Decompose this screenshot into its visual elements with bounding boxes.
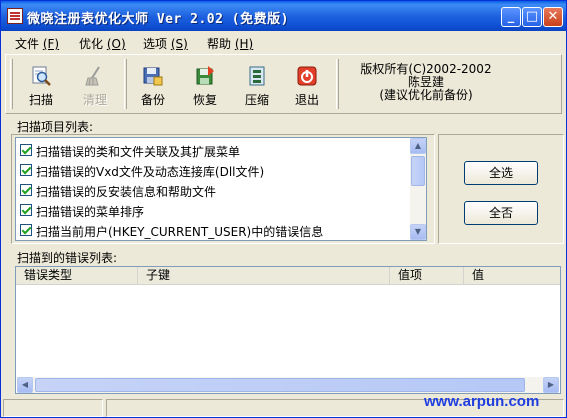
error-table-header: 错误类型 子键 值项 值 (16, 267, 560, 285)
scan-item-checkbox[interactable] (20, 184, 32, 196)
compress-icon (249, 66, 265, 86)
scan-icon (32, 66, 51, 86)
scan-item-checkbox[interactable] (20, 224, 32, 236)
scan-list-scrollbar[interactable]: ▲ ▼ (410, 138, 426, 240)
column-header-error-type[interactable]: 错误类型 (16, 267, 138, 285)
clean-icon (85, 66, 100, 86)
scan-item[interactable]: 扫描错误的Vxd文件及动态连接库(Dll文件) (18, 160, 410, 180)
menu-bar: 文件 (F) 优化 (O) 选项 (S) 帮助 (H) (1, 31, 566, 53)
main-window: 微晓注册表优化大师 Ver 2.02 (免费版) _ □ ✕ 文件 (F) 优化… (0, 0, 567, 418)
column-header-value-name[interactable]: 值项 (390, 267, 464, 285)
scroll-down-icon[interactable]: ▼ (410, 224, 426, 240)
window-title: 微晓注册表优化大师 Ver 2.02 (免费版) (27, 12, 289, 27)
scan-item-label: 扫描当前用户(HKEY_CURRENT_USER)中的错误信息 (36, 225, 324, 239)
scan-button[interactable]: 扫描 (22, 61, 60, 109)
toolbar-separator-2 (336, 59, 339, 109)
scan-item-label: 扫描错误的类和文件关联及其扩展菜单 (36, 145, 241, 159)
backup-advice: (建议优化前备份) (379, 88, 473, 102)
scan-item[interactable]: 扫描错误的菜单排序 (18, 200, 410, 220)
menu-options-mnemonic: (S) (170, 37, 188, 51)
clean-button-label: 清理 (82, 93, 107, 107)
menu-help[interactable]: 帮助 (H) (207, 35, 253, 52)
menu-file-label: 文件 (15, 37, 40, 51)
scan-item-checkbox[interactable] (20, 144, 32, 156)
restore-button[interactable]: 恢复 (186, 61, 224, 109)
backup-button-label: 备份 (140, 93, 165, 107)
column-header-value[interactable]: 值 (464, 267, 560, 285)
scroll-thumb[interactable] (411, 156, 425, 186)
scroll-up-icon[interactable]: ▲ (410, 138, 426, 154)
clean-button[interactable]: 清理 (76, 61, 114, 109)
app-icon[interactable] (7, 8, 23, 24)
menu-options-label: 选项 (143, 37, 168, 51)
title-bar[interactable]: 微晓注册表优化大师 Ver 2.02 (免费版) _ □ ✕ (1, 1, 566, 31)
close-button[interactable]: ✕ (543, 7, 563, 27)
exit-button[interactable]: 退出 (288, 61, 326, 109)
menu-optimize-mnemonic: (O) (106, 37, 126, 51)
select-none-button[interactable]: 全否 (464, 201, 538, 225)
column-header-subkey[interactable]: 子键 (138, 267, 390, 285)
exit-button-label: 退出 (294, 93, 319, 107)
scroll-left-icon[interactable]: ◀ (17, 377, 33, 393)
watermark-text: www.arpun.com (424, 393, 540, 410)
select-buttons-frame (438, 134, 564, 244)
scan-item[interactable]: 扫描错误的类和文件关联及其扩展菜单 (18, 140, 410, 160)
menu-file-mnemonic: (F) (42, 37, 60, 51)
toolbar-separator (124, 59, 127, 109)
compress-button[interactable]: 压缩 (238, 61, 276, 109)
restore-button-label: 恢复 (192, 93, 217, 107)
backup-button[interactable]: 备份 (134, 61, 172, 109)
maximize-button[interactable]: □ (522, 7, 542, 27)
error-table-hscrollbar[interactable]: ◀ ▶ (17, 377, 559, 393)
toolbar: 扫描 清理 备份 恢复 压缩 退出 版权所有(C)2002-2002 陈昱建 (… (5, 54, 562, 114)
scan-list-label: 扫描项目列表: (17, 120, 94, 134)
scan-item-label: 扫描错误的菜单排序 (36, 205, 145, 219)
scan-item-label: 扫描错误的Vxd文件及动态连接库(Dll文件) (36, 165, 265, 179)
menu-help-label: 帮助 (207, 37, 232, 51)
restore-icon (196, 66, 214, 85)
compress-button-label: 压缩 (244, 93, 269, 107)
menu-optimize-label: 优化 (79, 37, 104, 51)
scan-item-label: 扫描错误的反安装信息和帮助文件 (36, 185, 217, 199)
menu-optimize[interactable]: 优化 (O) (79, 35, 126, 52)
scan-item-checkbox[interactable] (20, 204, 32, 216)
hscroll-thumb[interactable] (35, 378, 525, 392)
menu-file[interactable]: 文件 (F) (15, 35, 59, 52)
error-list-table[interactable]: 错误类型 子键 值项 值 ◀ ▶ (15, 266, 561, 394)
exit-icon (297, 66, 317, 86)
minimize-button[interactable]: _ (501, 7, 521, 27)
scroll-right-icon[interactable]: ▶ (543, 377, 559, 393)
menu-help-mnemonic: (H) (234, 37, 254, 51)
toolbar-grip[interactable] (10, 59, 13, 109)
menu-options[interactable]: 选项 (S) (143, 35, 188, 52)
copyright-info: 版权所有(C)2002-2002 陈昱建 (建议优化前备份) (346, 63, 506, 102)
backup-icon (143, 67, 163, 86)
status-panel-1 (3, 399, 103, 417)
select-all-button[interactable]: 全选 (464, 161, 538, 185)
scan-item[interactable]: 扫描当前用户(HKEY_CURRENT_USER)中的错误信息 (18, 220, 410, 240)
scan-item[interactable]: 扫描错误的反安装信息和帮助文件 (18, 180, 410, 200)
error-list-label: 扫描到的错误列表: (17, 251, 118, 265)
scan-items-list[interactable]: 扫描错误的类和文件关联及其扩展菜单 扫描错误的Vxd文件及动态连接库(Dll文件… (15, 137, 427, 241)
scan-button-label: 扫描 (28, 93, 53, 107)
scan-item-checkbox[interactable] (20, 164, 32, 176)
